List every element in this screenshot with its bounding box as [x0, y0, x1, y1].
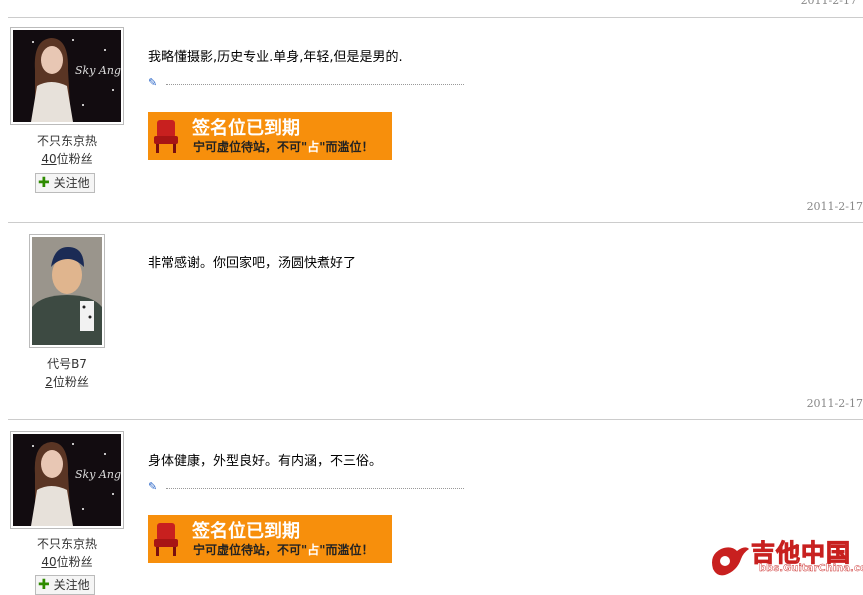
fans-label: 位粉丝: [56, 152, 93, 166]
chair-icon: [154, 523, 178, 556]
username[interactable]: 不只东京热: [10, 132, 124, 149]
watermark-url: bbs.GuitarChina.com: [759, 563, 863, 574]
post-date: 2011-2-17: [806, 200, 863, 213]
follow-label: 关注他: [53, 578, 90, 592]
fans-label: 位粉丝: [52, 375, 89, 389]
username[interactable]: 代号B7: [10, 355, 124, 372]
avatar-image: Sky Angel: [13, 30, 131, 122]
banner-subtitle: 宁可虚位待站，不可"占"而滥位！: [193, 543, 374, 557]
pencil-icon: ✎: [148, 76, 158, 89]
avatar[interactable]: [29, 234, 105, 348]
plus-icon: ✚: [38, 577, 50, 593]
signature-banner: 签名位已到期 宁可虚位待站，不可"占"而滥位！: [148, 112, 392, 160]
chair-icon: [154, 120, 178, 153]
avatar[interactable]: Sky Angel: [10, 27, 131, 125]
follow-button[interactable]: ✚ 关注他: [35, 173, 95, 193]
post-content: 身体健康，外型良好。有内涵，不三俗。: [148, 454, 383, 469]
pencil-icon: ✎: [148, 480, 158, 493]
post-separator: [8, 419, 863, 420]
banner-title: 签名位已到期: [192, 521, 300, 542]
post-content: 我略懂摄影,历史专业.单身,年轻,但是是男的.: [148, 50, 403, 65]
fans-label: 位粉丝: [56, 555, 93, 569]
plus-icon: ✚: [38, 175, 50, 191]
fans-number[interactable]: 40: [41, 152, 56, 166]
fans-count[interactable]: 40位粉丝: [10, 150, 124, 167]
post-date-top: 2011-2-17: [800, 0, 857, 7]
fans-number[interactable]: 40: [41, 555, 56, 569]
follow-label: 关注他: [53, 176, 90, 190]
post-separator: [8, 222, 863, 223]
svg-text:Sky Angel: Sky Angel: [75, 468, 121, 481]
post-date: 2011-2-17: [806, 397, 863, 410]
fans-count[interactable]: 40位粉丝: [10, 553, 124, 570]
fans-count[interactable]: 2位粉丝: [10, 373, 124, 390]
follow-button[interactable]: ✚ 关注他: [35, 575, 95, 595]
banner-subtitle: 宁可虚位待站，不可"占"而滥位！: [193, 140, 374, 154]
post-separator: [8, 17, 863, 18]
signature-divider: ✎: [148, 480, 464, 493]
username[interactable]: 不只东京热: [10, 535, 124, 552]
avatar-image: Sky Angel: [13, 434, 131, 526]
avatar[interactable]: Sky Angel: [10, 431, 131, 529]
svg-text:Sky Angel: Sky Angel: [75, 64, 121, 77]
banner-title: 签名位已到期: [192, 118, 300, 139]
signature-banner: 签名位已到期 宁可虚位待站，不可"占"而滥位！: [148, 515, 392, 563]
avatar-image: [32, 237, 102, 345]
post-content: 非常感谢。你回家吧，汤圆快煮好了: [148, 256, 357, 271]
guitar-china-logo-icon: [712, 547, 749, 576]
signature-divider: ✎: [148, 76, 464, 89]
fans-number[interactable]: 2: [45, 375, 53, 389]
site-watermark: 吉他中国 bbs.GuitarChina.com: [707, 535, 863, 581]
